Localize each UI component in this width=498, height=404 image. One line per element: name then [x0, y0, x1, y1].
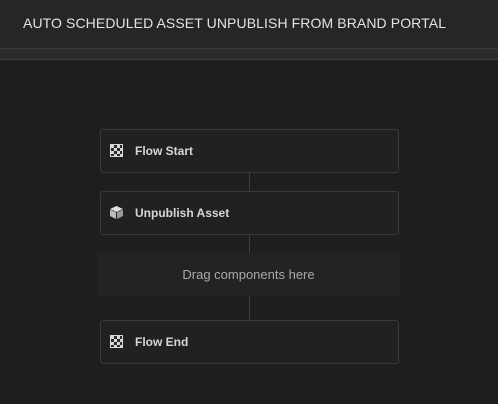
box-icon — [109, 205, 124, 220]
flow-end-step[interactable]: Flow End — [100, 320, 399, 364]
connector-line — [249, 173, 250, 191]
header-divider — [0, 48, 498, 60]
step-label: Flow End — [135, 335, 189, 349]
unpublish-asset-step[interactable]: Unpublish Asset — [100, 191, 399, 235]
checkered-flag-icon — [109, 334, 124, 349]
title-bar: AUTO SCHEDULED ASSET UNPUBLISH FROM BRAN… — [0, 0, 498, 48]
flow-start-step[interactable]: Flow Start — [100, 129, 399, 173]
connector-line — [249, 296, 250, 320]
page-title: AUTO SCHEDULED ASSET UNPUBLISH FROM BRAN… — [23, 15, 447, 31]
checkered-flag-icon — [109, 143, 124, 158]
connector-line — [249, 236, 250, 253]
step-label: Unpublish Asset — [135, 206, 230, 220]
dropzone-hint: Drag components here — [182, 267, 315, 282]
component-dropzone[interactable]: Drag components here — [97, 253, 400, 296]
step-label: Flow Start — [135, 144, 194, 158]
